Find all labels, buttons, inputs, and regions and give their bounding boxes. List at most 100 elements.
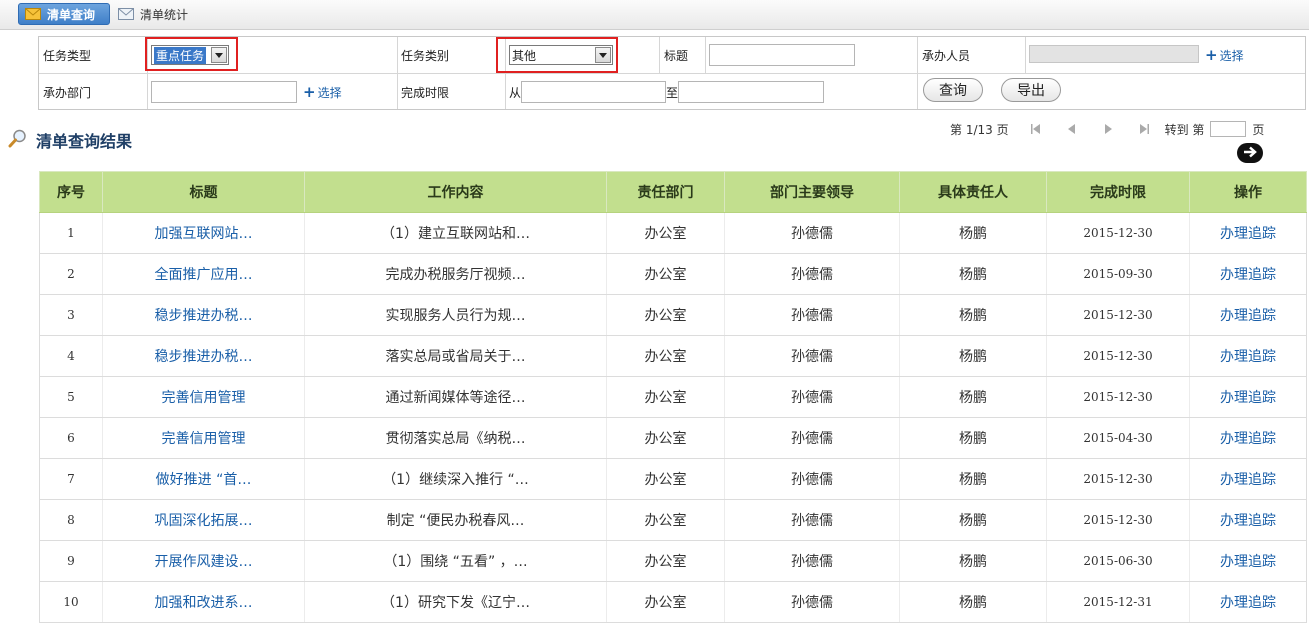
title-input[interactable] xyxy=(709,44,855,66)
col-owner-cell: 杨鹏 xyxy=(899,540,1047,582)
select-link-label: 选择 xyxy=(1219,48,1244,63)
envelope-icon xyxy=(25,8,41,20)
task-category-select[interactable]: 其他 xyxy=(509,45,613,65)
col-owner-cell: 杨鹏 xyxy=(899,417,1047,459)
department-select-link[interactable]: + 选择 xyxy=(303,74,342,110)
col-content-cell: （1）围绕 “五看” ，… xyxy=(304,540,607,582)
table-row: 1 加强互联网站… （1）建立互联网站和… 办公室 孙德儒 杨鹏 2015-12-30 办理追… xyxy=(39,212,1307,254)
table-row: 5 完善信用管理 通过新闻媒体等途径… 办公室 孙德儒 杨鹏 2015-12-30 办理追踪 xyxy=(39,376,1307,418)
magnifier-icon xyxy=(8,128,28,152)
col-owner-cell: 杨鹏 xyxy=(899,458,1047,500)
go-button[interactable] xyxy=(1237,143,1263,163)
col-index-cell: 1 xyxy=(39,212,103,254)
col-content-cell: 制定 “便民办税春风… xyxy=(304,499,607,541)
title-link[interactable]: 完善信用管理 xyxy=(102,417,305,459)
envelope-icon xyxy=(118,8,134,20)
title-link[interactable]: 加强互联网站… xyxy=(102,212,305,254)
col-department-cell: 办公室 xyxy=(606,499,725,541)
table-row: 7 做好推进 “首… （1）继续深入推行 “… 办公室 孙德儒 杨鹏 2015-12-30 办… xyxy=(39,458,1307,500)
track-link[interactable]: 办理追踪 xyxy=(1189,212,1307,254)
divider xyxy=(1025,37,1026,73)
col-leader-cell: 孙德儒 xyxy=(724,581,900,623)
export-button[interactable]: 导出 xyxy=(1001,78,1061,102)
col-department-cell: 办公室 xyxy=(606,253,725,295)
track-link[interactable]: 办理追踪 xyxy=(1189,417,1307,459)
col-content-cell: （1）建立互联网站和… xyxy=(304,212,607,254)
chevron-down-icon[interactable] xyxy=(211,47,227,63)
next-page-icon[interactable] xyxy=(1101,122,1115,136)
tab-list-statistics[interactable]: 清单统计 xyxy=(118,3,188,25)
col-leader-cell: 孙德儒 xyxy=(724,335,900,377)
col-deadline-cell: 2015-06-30 xyxy=(1046,540,1190,582)
results-table: 序号 标题 工作内容 责任部门 部门主要领导 具体责任人 完成时限 操作 1 加强互联网站… （1… xyxy=(39,171,1307,623)
track-link[interactable]: 办理追踪 xyxy=(1189,540,1307,582)
title-link[interactable]: 开展作风建设… xyxy=(102,540,305,582)
plus-icon: + xyxy=(1205,45,1218,64)
tab-list-query[interactable]: 清单查询 xyxy=(18,3,110,25)
column-header-content: 工作内容 xyxy=(304,171,607,213)
first-page-icon[interactable] xyxy=(1029,122,1043,136)
col-department-cell: 办公室 xyxy=(606,212,725,254)
col-index-cell: 9 xyxy=(39,540,103,582)
col-department-cell: 办公室 xyxy=(606,376,725,418)
column-header-deadline: 完成时限 xyxy=(1046,171,1190,213)
col-deadline-cell: 2015-12-30 xyxy=(1046,376,1190,418)
prev-page-icon[interactable] xyxy=(1065,122,1079,136)
select-link-label: 选择 xyxy=(317,85,342,100)
table-row: 6 完善信用管理 贯彻落实总局《纳税… 办公室 孙德儒 杨鹏 2015-04-30 办理追踪 xyxy=(39,417,1307,459)
col-deadline-cell: 2015-12-30 xyxy=(1046,294,1190,336)
col-content-cell: （1）研究下发《辽宁… xyxy=(304,581,607,623)
to-label: 至 xyxy=(666,85,679,100)
arrow-right-icon xyxy=(1243,146,1257,161)
column-header-title: 标题 xyxy=(102,171,305,213)
track-link[interactable]: 办理追踪 xyxy=(1189,581,1307,623)
title-link[interactable]: 全面推广应用… xyxy=(102,253,305,295)
col-content-cell: 完成办税服务厅视频… xyxy=(304,253,607,295)
title-link[interactable]: 稳步推进办税… xyxy=(102,335,305,377)
col-deadline-cell: 2015-09-30 xyxy=(1046,253,1190,295)
query-button[interactable]: 查询 xyxy=(923,78,983,102)
track-link[interactable]: 办理追踪 xyxy=(1189,335,1307,377)
divider xyxy=(397,37,398,109)
last-page-icon[interactable] xyxy=(1137,122,1151,136)
col-owner-cell: 杨鹏 xyxy=(899,499,1047,541)
task-type-select[interactable]: 重点任务 xyxy=(151,45,229,65)
col-index-cell: 4 xyxy=(39,335,103,377)
track-link[interactable]: 办理追踪 xyxy=(1189,253,1307,295)
title-link[interactable]: 巩固深化拓展… xyxy=(102,499,305,541)
title-link[interactable]: 完善信用管理 xyxy=(102,376,305,418)
divider xyxy=(659,37,660,73)
task-type-value: 重点任务 xyxy=(154,46,207,64)
chevron-down-icon[interactable] xyxy=(595,47,611,63)
result-header: 清单查询结果 xyxy=(8,128,132,152)
title-link[interactable]: 做好推进 “首… xyxy=(102,458,305,500)
track-link[interactable]: 办理追踪 xyxy=(1189,499,1307,541)
column-header-action: 操作 xyxy=(1189,171,1307,213)
col-leader-cell: 孙德儒 xyxy=(724,499,900,541)
date-from-input[interactable] xyxy=(521,81,666,103)
col-content-cell: （1）继续深入推行 “… xyxy=(304,458,607,500)
col-department-cell: 办公室 xyxy=(606,540,725,582)
date-to-input[interactable] xyxy=(678,81,824,103)
assignee-field[interactable] xyxy=(1029,45,1199,63)
col-deadline-cell: 2015-12-30 xyxy=(1046,212,1190,254)
col-deadline-cell: 2015-12-30 xyxy=(1046,458,1190,500)
tab-label: 清单查询 xyxy=(47,7,96,22)
track-link[interactable]: 办理追踪 xyxy=(1189,294,1307,336)
col-owner-cell: 杨鹏 xyxy=(899,581,1047,623)
goto-prefix: 转到 第 xyxy=(1164,122,1205,137)
track-link[interactable]: 办理追踪 xyxy=(1189,458,1307,500)
title-link[interactable]: 加强和改进系… xyxy=(102,581,305,623)
task-category-label: 任务类别 xyxy=(401,48,450,63)
column-header-leader: 部门主要领导 xyxy=(724,171,900,213)
track-link[interactable]: 办理追踪 xyxy=(1189,376,1307,418)
assignee-select-link[interactable]: + 选择 xyxy=(1205,37,1244,73)
deadline-label: 完成时限 xyxy=(401,85,450,100)
goto-page-input[interactable] xyxy=(1210,121,1247,137)
pager: 第 1/13 页 转到 第 页 xyxy=(950,120,1264,138)
divider xyxy=(705,37,706,73)
department-input[interactable] xyxy=(151,81,297,103)
title-link[interactable]: 稳步推进办税… xyxy=(102,294,305,336)
tab-bar: 清单查询 清单统计 xyxy=(0,0,1309,30)
divider xyxy=(917,37,918,109)
